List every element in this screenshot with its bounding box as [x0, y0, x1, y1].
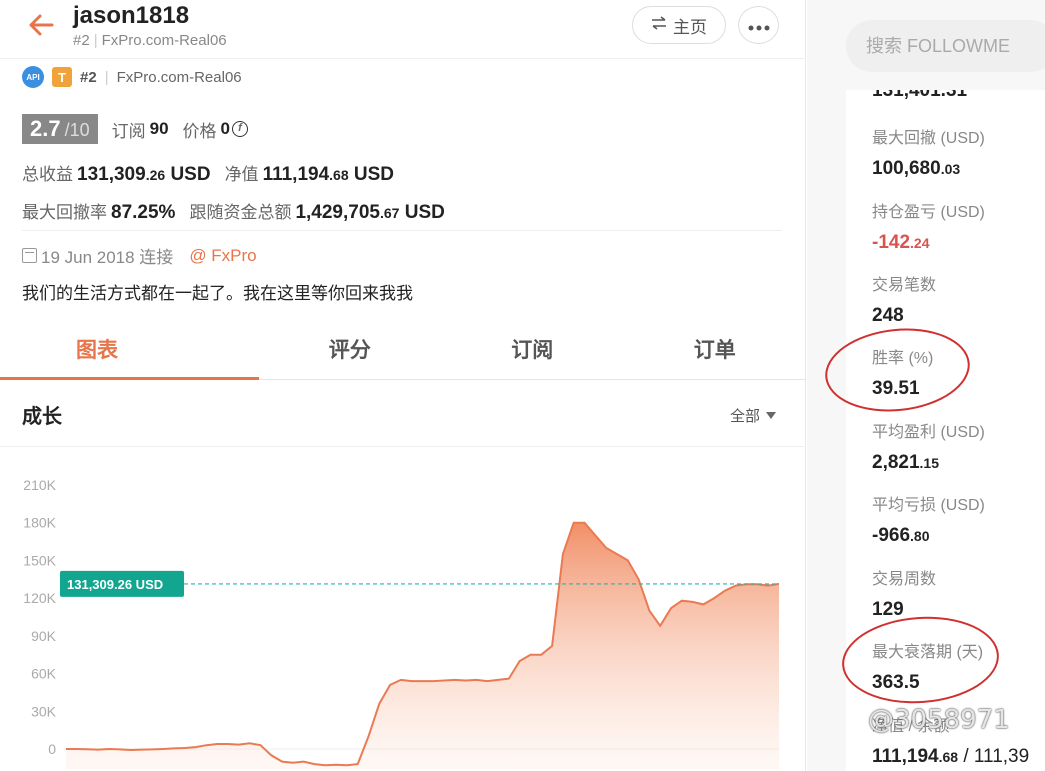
price-value: 0	[220, 119, 231, 138]
tab-subscribe[interactable]: 订阅	[441, 318, 624, 379]
caret-down-icon	[766, 412, 777, 419]
trader-profile-panel: jason1818 #2 | FxPro.com-Real06 主页 API T #…	[0, 0, 806, 771]
stat-open-pnl: 持仓盈亏 (USD) -142.24	[872, 204, 985, 253]
chart-divider	[0, 446, 806, 447]
y-tick-label: 60K	[31, 666, 57, 682]
trader-subline: #2 | FxPro.com-Real06	[73, 32, 227, 49]
y-tick-label: 0	[48, 741, 56, 757]
growth-area	[66, 522, 779, 769]
trader-rank: #2	[73, 32, 90, 49]
tab-orders[interactable]: 订单	[624, 318, 807, 379]
badge-broker: FxPro.com-Real06	[116, 68, 242, 86]
calendar-icon	[22, 248, 37, 263]
connection-date: 19 Jun 2018 连接	[41, 248, 174, 267]
y-tick-label: 30K	[31, 703, 57, 719]
range-dropdown-label: 全部	[730, 408, 761, 425]
stat-cut-value: 131,401.31	[872, 90, 968, 101]
more-button[interactable]	[738, 6, 779, 44]
broker-link[interactable]: @ FxPro	[189, 246, 256, 266]
trader-broker: FxPro.com-Real06	[101, 32, 227, 49]
y-tick-label: 180K	[23, 515, 56, 531]
tab-rating[interactable]: 评分	[259, 318, 442, 379]
growth-chart[interactable]: 210K 180K 150K 120K 90K 60K 30K 0 131,309.26 US…	[0, 450, 806, 771]
drawdown-funds-row: 最大回撤率 87.25% 跟随资金总额 1,429,705.67 USD	[22, 198, 459, 224]
profit-equity-row: 总收益 131,309.26 USD 净值 111,194.68 USD	[22, 160, 408, 186]
score-badge: 2.7/10	[22, 114, 98, 144]
subs-label: 订阅	[111, 121, 146, 141]
connection-info: 19 Jun 2018 连接 @ FxPro	[22, 243, 257, 268]
follow-funds-label: 跟随资金总额	[189, 203, 292, 222]
current-value-label: 131,309.26 USD	[67, 577, 163, 592]
equity-label: 净值	[224, 165, 259, 184]
max-drawdown-label: 最大回撤率	[22, 203, 107, 222]
subs-value: 90	[149, 119, 169, 138]
tab-chart[interactable]: 图表	[0, 318, 259, 380]
search-input[interactable]: 搜索 FOLLOWME	[846, 20, 1045, 72]
coin-icon: f	[232, 121, 249, 137]
ellipsis-icon	[748, 14, 770, 37]
total-profit-label: 总收益	[22, 165, 73, 184]
home-button-label: 主页	[673, 17, 707, 37]
home-button[interactable]: 主页	[632, 6, 726, 44]
rating-row: 2.7/10 订阅 90 价格 0 f	[22, 114, 249, 144]
stat-trading-weeks: 交易周数 129	[872, 571, 937, 620]
range-dropdown[interactable]: 全部	[730, 405, 777, 426]
badge-row: API T #2 | FxPro.com-Real06	[22, 66, 242, 88]
stat-trade-count: 交易笔数 248	[872, 277, 937, 326]
trader-bio: 我们的生活方式都在一起了。我在这里等你回来我我	[22, 284, 413, 303]
y-tick-label: 90K	[31, 628, 57, 644]
current-value-tag: 131,309.26 USD	[60, 570, 184, 597]
badge-rank: #2	[80, 68, 97, 86]
growth-title: 成长	[22, 406, 62, 428]
arrow-left-icon[interactable]	[26, 10, 56, 40]
score-max: /10	[64, 120, 90, 140]
swap-arrows-icon	[651, 15, 667, 35]
info-divider	[22, 230, 782, 231]
total-profit-value: 131,309.26 USD	[77, 164, 211, 185]
y-tick-label: 150K	[23, 552, 56, 568]
follow-funds-value: 1,429,705.67 USD	[295, 202, 445, 223]
trader-username: jason1818	[73, 2, 190, 29]
equity-value: 111,194.68 USD	[262, 164, 395, 185]
tab-bar: 图表 评分 订阅 订单	[0, 318, 806, 380]
stat-max-drawdown: 最大回撤 (USD) 100,680.03	[872, 130, 985, 179]
t-badge-icon: T	[52, 67, 72, 87]
score-value: 2.7	[30, 116, 61, 141]
weibo-watermark: @3058971	[868, 705, 1010, 735]
stat-avg-profit: 平均盈利 (USD) 2,821.15	[872, 424, 985, 473]
api-badge-icon: API	[22, 66, 44, 88]
price-label: 价格	[182, 121, 217, 141]
max-drawdown-value: 87.25%	[111, 202, 176, 223]
stat-avg-loss: 平均亏损 (USD) -966.80	[872, 497, 985, 546]
header-divider	[0, 58, 806, 59]
y-tick-label: 210K	[23, 477, 56, 493]
y-tick-label: 120K	[23, 590, 56, 606]
